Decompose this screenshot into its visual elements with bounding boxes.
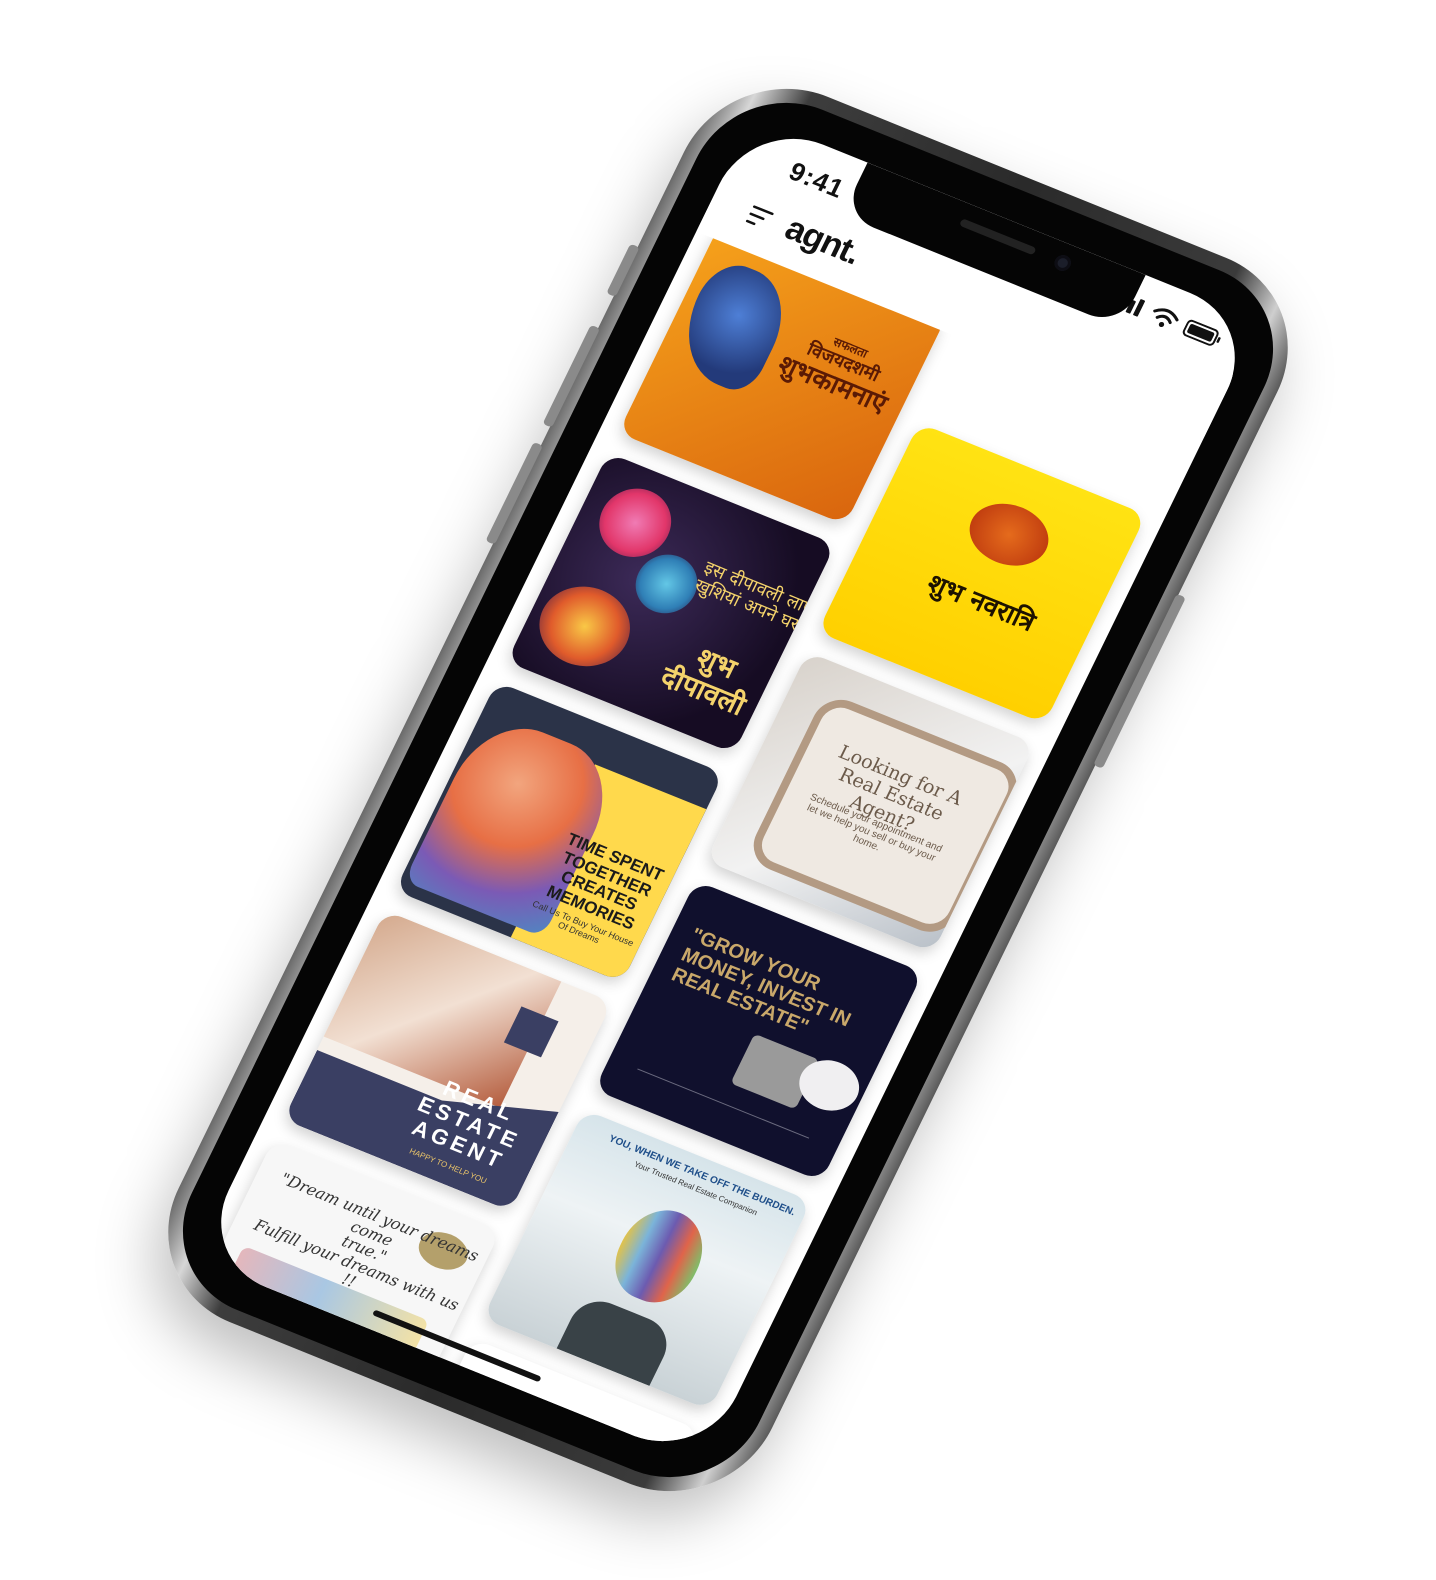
card-illustration — [958, 492, 1060, 577]
speaker-grille — [958, 218, 1037, 256]
phone-screen: 9:41 agnt. सफलता विजयदशमी शुभकामनाएं शुभ… — [195, 116, 1261, 1464]
menu-icon[interactable] — [745, 203, 779, 233]
card-title: शुभ दीपावली — [631, 624, 788, 732]
card-caption: शुभ नवरात्रि — [922, 568, 1040, 638]
wifi-icon — [1153, 308, 1179, 328]
phone-bezel: 9:41 agnt. सफलता विजयदशमी शुभकामनाएं शुभ… — [151, 75, 1305, 1505]
person-illustration — [556, 1292, 677, 1386]
device-mockup: 9:41 agnt. सफलता विजयदशमी शुभकामनाएं शुभ… — [0, 0, 1436, 1580]
card-caption: इस दीपावली लाएं खुशियां अपने घर। — [676, 552, 832, 644]
battery-icon — [1182, 319, 1221, 346]
front-camera-icon — [1051, 252, 1074, 274]
app-logo: agnt. — [779, 209, 867, 272]
card-caption: सफलता विजयदशमी शुभकामनाएं — [752, 312, 927, 427]
diya-decoration — [525, 573, 645, 680]
phone: 9:41 agnt. सफलता विजयदशमी शुभकामनाएं शुभ… — [132, 57, 1324, 1523]
balloon-illustration — [601, 1197, 718, 1314]
